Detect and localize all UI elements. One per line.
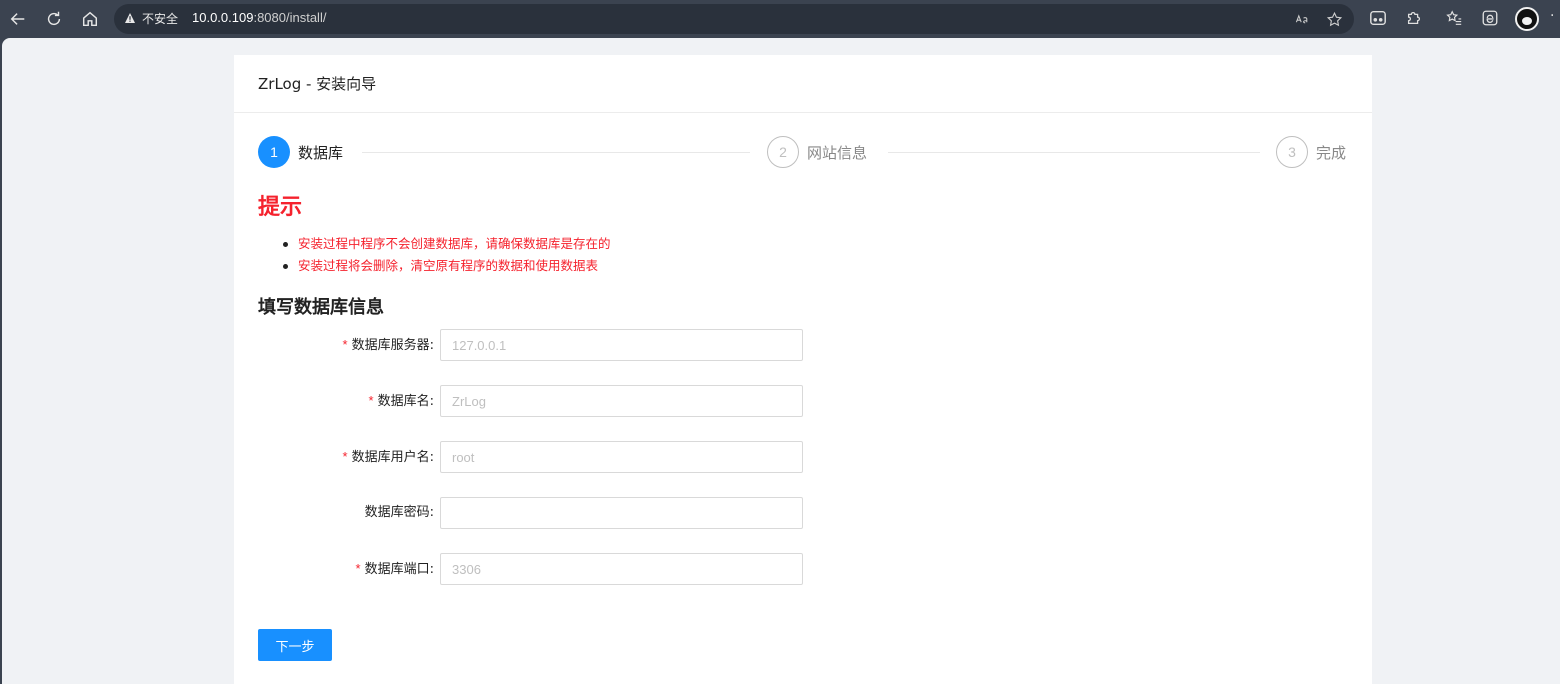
form-row-db-port: * 数据库端口: xyxy=(258,553,804,585)
step-finish: 3 完成 xyxy=(1276,136,1346,168)
step-number: 2 xyxy=(767,136,799,168)
db-password-label: 数据库密码: xyxy=(365,497,434,529)
card-header: ZrLog - 安装向导 xyxy=(234,55,1372,113)
security-label[interactable]: 不安全 xyxy=(142,10,178,27)
form-row-db-name: * 数据库名: xyxy=(258,385,804,417)
browser-toolbar: 不安全 10.0.0.109:8080/install/ · xyxy=(0,0,1560,38)
label-text: 数据库用户名: xyxy=(351,450,434,465)
required-mark: * xyxy=(355,561,361,576)
page-viewport: ZrLog - 安装向导 1 数据库 2 网站信息 3 完成 提示 安装过程中程… xyxy=(2,38,1560,684)
label-text: 数据库名: xyxy=(377,394,434,409)
page-title: ZrLog - 安装向导 xyxy=(258,75,377,93)
step-database: 1 数据库 xyxy=(258,136,343,168)
db-host-input[interactable] xyxy=(440,329,803,361)
step-connector xyxy=(888,152,1260,153)
tip-item: 安装过程中程序不会创建数据库，请确保数据库是存在的 xyxy=(258,233,611,255)
step-label: 完成 xyxy=(1316,143,1347,162)
db-password-input[interactable] xyxy=(440,497,803,529)
db-user-input[interactable] xyxy=(440,441,803,473)
url-path: :8080/install/ xyxy=(253,10,327,25)
extension-reader-icon[interactable] xyxy=(1366,6,1390,30)
step-number: 3 xyxy=(1276,136,1308,168)
db-host-label: * 数据库服务器: xyxy=(343,329,434,361)
db-port-input[interactable] xyxy=(440,553,803,585)
form-row-db-password: 数据库密码: xyxy=(258,497,804,529)
db-user-label: * 数据库用户名: xyxy=(343,441,434,473)
address-bar[interactable]: 不安全 10.0.0.109:8080/install/ xyxy=(114,4,1354,34)
required-mark: * xyxy=(342,337,348,352)
db-name-input[interactable] xyxy=(440,385,803,417)
form-row-db-user: * 数据库用户名: xyxy=(258,441,804,473)
tips-list: 安装过程中程序不会创建数据库，请确保数据库是存在的 安装过程将会删除，清空原有程… xyxy=(258,233,611,277)
refresh-icon[interactable] xyxy=(40,5,68,33)
required-mark: * xyxy=(368,393,374,408)
step-number: 1 xyxy=(258,136,290,168)
url-host: 10.0.0.109 xyxy=(192,10,254,25)
edge-icon[interactable] xyxy=(1478,6,1502,30)
next-step-button[interactable]: 下一步 xyxy=(258,629,332,661)
home-icon[interactable] xyxy=(76,5,104,33)
profile-avatar[interactable] xyxy=(1515,7,1539,31)
back-icon[interactable] xyxy=(4,5,32,33)
install-card: ZrLog - 安装向导 1 数据库 2 网站信息 3 完成 提示 安装过程中程… xyxy=(234,55,1372,684)
read-aloud-icon[interactable] xyxy=(1292,9,1312,29)
required-mark: * xyxy=(342,449,348,464)
warning-icon xyxy=(125,13,135,23)
label-text: 数据库服务器: xyxy=(351,338,434,353)
more-menu-icon[interactable]: · xyxy=(1550,8,1554,24)
favorite-star-icon[interactable] xyxy=(1324,9,1344,29)
install-steps: 1 数据库 2 网站信息 3 完成 xyxy=(258,136,1348,168)
label-text: 数据库密码: xyxy=(364,505,434,520)
form-row-db-host: * 数据库服务器: xyxy=(258,329,804,361)
db-name-label: * 数据库名: xyxy=(369,385,434,417)
favorites-list-icon[interactable] xyxy=(1442,6,1466,30)
section-title: 填写数据库信息 xyxy=(258,297,384,318)
step-label: 网站信息 xyxy=(807,143,868,162)
label-text: 数据库端口: xyxy=(364,562,434,577)
step-label: 数据库 xyxy=(298,143,344,162)
url-text[interactable]: 10.0.0.109:8080/install/ xyxy=(192,10,326,25)
step-site-info: 2 网站信息 xyxy=(767,136,867,168)
tip-item: 安装过程将会删除，清空原有程序的数据和使用数据表 xyxy=(258,255,611,277)
step-connector xyxy=(362,152,750,153)
tips-title: 提示 xyxy=(258,195,303,220)
extensions-puzzle-icon[interactable] xyxy=(1402,6,1426,30)
db-port-label: * 数据库端口: xyxy=(356,553,434,585)
